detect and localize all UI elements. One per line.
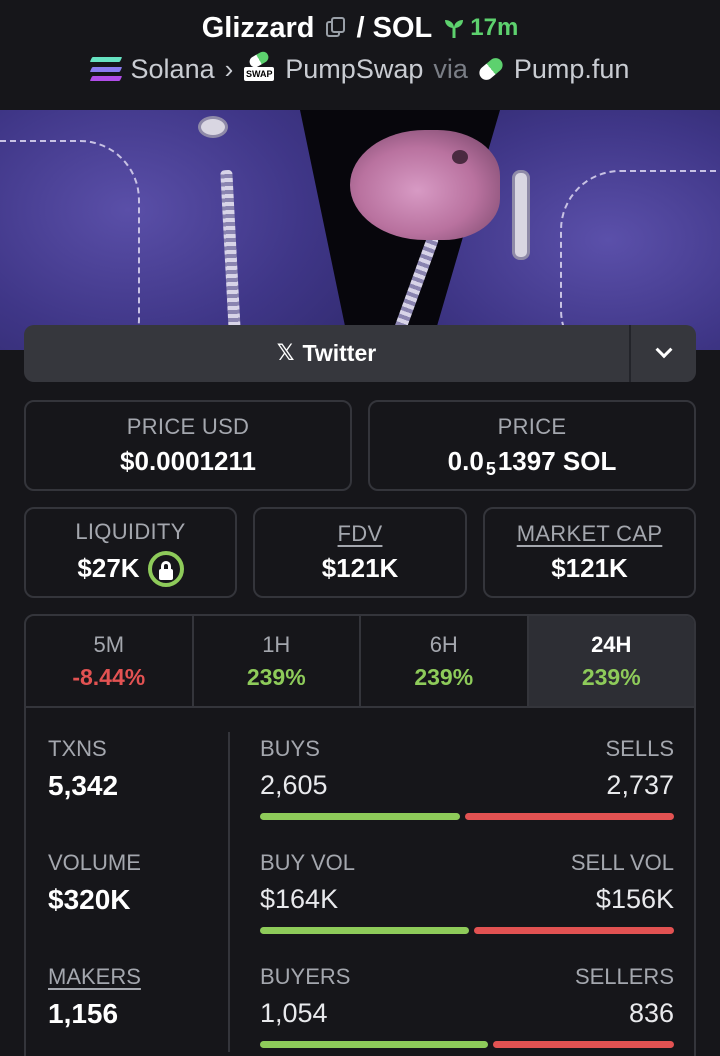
tab-1h[interactable]: 1H 239% [194, 616, 361, 706]
lock-icon[interactable] [147, 550, 184, 587]
buy-vol-ratio-segment [260, 927, 470, 934]
launchpad-link[interactable]: Pump.fun [514, 54, 630, 85]
price-usd-card: PRICE USD $0.0001211 [24, 400, 352, 491]
seller-ratio-segment [493, 1041, 674, 1048]
timeframe-tabs: 5M -8.44% 1H 239% 6H 239% 24H 239% [26, 616, 694, 708]
buyer-ratio-segment [260, 1041, 489, 1048]
breadcrumb: Solana › SWAP PumpSwap via Pump.fun [0, 49, 720, 88]
buys-label: BUYS [260, 736, 320, 761]
buy-vol-label: BUY VOL [260, 850, 355, 875]
more-links-dropdown[interactable] [629, 325, 696, 382]
quote-token: / SOL [356, 11, 433, 44]
tab-5m[interactable]: 5M -8.44% [26, 616, 194, 706]
fdv-label[interactable]: FDV [338, 521, 383, 547]
change-24h: 239% [581, 663, 641, 690]
market-cap-card: MARKET CAP $121K [483, 507, 696, 598]
market-cap-label[interactable]: MARKET CAP [517, 521, 663, 547]
price-usd-value: $0.0001211 [120, 446, 256, 476]
txns-value: 5,342 [48, 770, 119, 801]
copy-icon[interactable] [325, 17, 347, 39]
volume-value: $320K [48, 884, 131, 915]
pair-header: Glizzard / SOL 17m Solana › SWAP PumpSwa… [0, 0, 720, 110]
market-cap-value: $121K [551, 553, 628, 583]
buys-value: 2,605 [260, 770, 328, 800]
buy-ratio-segment [260, 813, 460, 820]
makers-label[interactable]: MAKERS [48, 964, 141, 990]
buyers-label: BUYERS [260, 964, 351, 989]
makers-block: MAKERS 1,156 [48, 964, 141, 1030]
liquidity-value: $27K [77, 550, 184, 587]
buyers-value: 1,054 [260, 998, 328, 1028]
volume-block: VOLUME $320K [48, 850, 141, 916]
sells-label: SELLS [605, 736, 675, 761]
volume-ratio-bar [260, 927, 674, 934]
sellers-value: 836 [628, 998, 674, 1028]
sells-value: 2,737 [606, 770, 674, 800]
buyers-ratio-bar [260, 1041, 674, 1048]
tab-24h[interactable]: 24H 239% [528, 616, 694, 706]
chevron-right-icon: › [224, 53, 234, 84]
pumpswap-icon: SWAP [243, 49, 275, 84]
change-5m: -8.44% [72, 663, 146, 690]
via-label: via [433, 53, 468, 84]
buys-sells-block: BUYS SELLS 2,605 2,737 [260, 736, 674, 820]
buyers-sellers-block: BUYERS SELLERS 1,054 836 [260, 964, 674, 1048]
liquidity-label: LIQUIDITY [75, 518, 186, 544]
txns-label: TXNS [48, 736, 107, 761]
buy-vol-value: $164K [260, 884, 339, 914]
volume-split-block: BUY VOL SELL VOL $164K $156K [260, 850, 674, 934]
twitter-label: Twitter [302, 340, 377, 366]
solana-icon [89, 57, 122, 81]
metrics-divider [228, 732, 230, 1052]
pair-title-row: Glizzard / SOL 17m [0, 8, 720, 48]
volume-label: VOLUME [48, 850, 141, 875]
price-native-label: PRICE [497, 414, 567, 439]
sellers-label: SELLERS [574, 964, 674, 989]
tab-6h[interactable]: 6H 239% [361, 616, 529, 706]
trade-metrics: TXNS 5,342 VOLUME $320K MAKERS 1,156 BUY… [26, 708, 694, 1056]
txns-block: TXNS 5,342 [48, 736, 118, 802]
makers-value: 1,156 [48, 998, 119, 1029]
token-name: Glizzard [201, 11, 315, 44]
buys-sells-ratio-bar [260, 813, 674, 820]
chevron-down-icon [655, 340, 672, 358]
sprout-icon [445, 20, 464, 38]
pair-age-text: 17m [470, 14, 519, 41]
twitter-button[interactable]: 𝕏 Twitter [24, 325, 629, 382]
price-native-card: PRICE 0.0 5 1397 SOL [368, 400, 696, 491]
liquidity-card: LIQUIDITY $27K [24, 507, 237, 598]
change-6h: 239% [414, 663, 474, 690]
fdv-value: $121K [321, 553, 399, 583]
change-1h: 239% [246, 663, 306, 690]
price-native-value: 0.0 5 1397 SOL [447, 446, 617, 479]
sell-vol-label: SELL VOL [570, 850, 674, 875]
timeframe-stats-panel: 5M -8.44% 1H 239% 6H 239% 24H 239% TXNS … [24, 614, 696, 1056]
token-banner-image [0, 110, 720, 350]
sell-vol-value: $156K [595, 884, 674, 914]
fdv-card: FDV $121K [253, 507, 467, 598]
x-logo-icon: 𝕏 [276, 341, 295, 366]
sell-ratio-segment [464, 813, 674, 820]
dex-link[interactable]: PumpSwap [285, 54, 423, 85]
price-usd-label: PRICE USD [126, 414, 250, 439]
pair-age: 17m [442, 14, 518, 42]
chain-link[interactable]: Solana [131, 54, 215, 85]
pumpfun-icon [476, 55, 506, 83]
social-links-bar: 𝕏 Twitter [24, 325, 696, 382]
sell-vol-ratio-segment [474, 927, 674, 934]
